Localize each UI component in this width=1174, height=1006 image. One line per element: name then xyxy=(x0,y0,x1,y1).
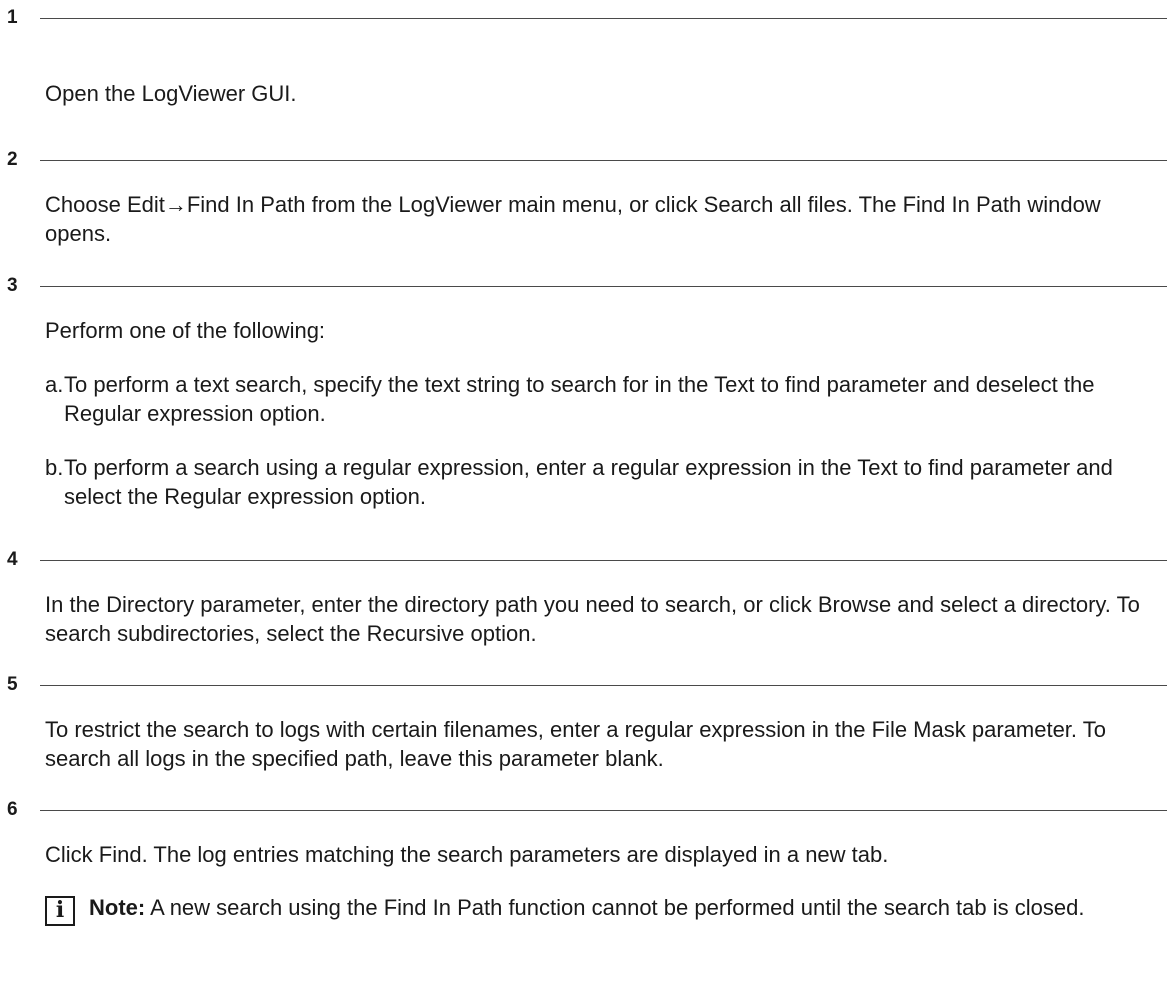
step-header: 2 xyxy=(0,142,1174,178)
substep-text: To perform a text search, specify the te… xyxy=(64,372,1095,426)
step-header: 4 xyxy=(0,542,1174,578)
step-header: 3 xyxy=(0,268,1174,304)
step-header: 5 xyxy=(0,667,1174,703)
step-number: 3 xyxy=(7,275,18,296)
step-header: 6 xyxy=(0,792,1174,828)
substep-text: To perform a search using a regular expr… xyxy=(64,455,1113,509)
step-text: Choose Edit→Find In Path from the LogVie… xyxy=(45,192,1101,246)
substep-b: b. To perform a search using a regular e… xyxy=(45,453,1165,511)
step-number: 4 xyxy=(7,549,18,570)
step-1: 1 xyxy=(0,0,1174,36)
step-6: 6 xyxy=(0,792,1174,828)
step-divider xyxy=(40,286,1167,287)
step-2: 2 xyxy=(0,142,1174,178)
substep-marker: b. xyxy=(45,455,64,480)
step-divider xyxy=(40,18,1167,19)
note-label: Note: xyxy=(89,895,146,920)
step-number: 2 xyxy=(7,149,18,170)
step-5: 5 xyxy=(0,667,1174,703)
step-number: 6 xyxy=(7,799,18,820)
note-callout: i Note: A new search using the Find In P… xyxy=(45,893,1165,926)
substep-a: a. To perform a text search, specify the… xyxy=(45,370,1165,428)
step-3: 3 xyxy=(0,268,1174,304)
step-text: Click Find. The log entries matching the… xyxy=(45,842,889,867)
step-text: To restrict the search to logs with cert… xyxy=(45,717,1106,771)
step-divider xyxy=(40,160,1167,161)
note-text: Note: A new search using the Find In Pat… xyxy=(89,893,1165,922)
step-text: In the Directory parameter, enter the di… xyxy=(45,592,1140,646)
step-4: 4 xyxy=(0,542,1174,578)
step-divider xyxy=(40,560,1167,561)
step-divider xyxy=(40,810,1167,811)
info-icon: i xyxy=(45,896,75,926)
note-body: A new search using the Find In Path func… xyxy=(145,895,1085,920)
step-divider xyxy=(40,685,1167,686)
substep-marker: a. xyxy=(45,372,64,397)
step-text: Perform one of the following: xyxy=(45,318,326,343)
step-number: 5 xyxy=(7,674,18,695)
step-number: 1 xyxy=(7,7,18,28)
step-header: 1 xyxy=(0,0,1174,36)
step-text: Open the LogViewer GUI. xyxy=(45,81,297,106)
